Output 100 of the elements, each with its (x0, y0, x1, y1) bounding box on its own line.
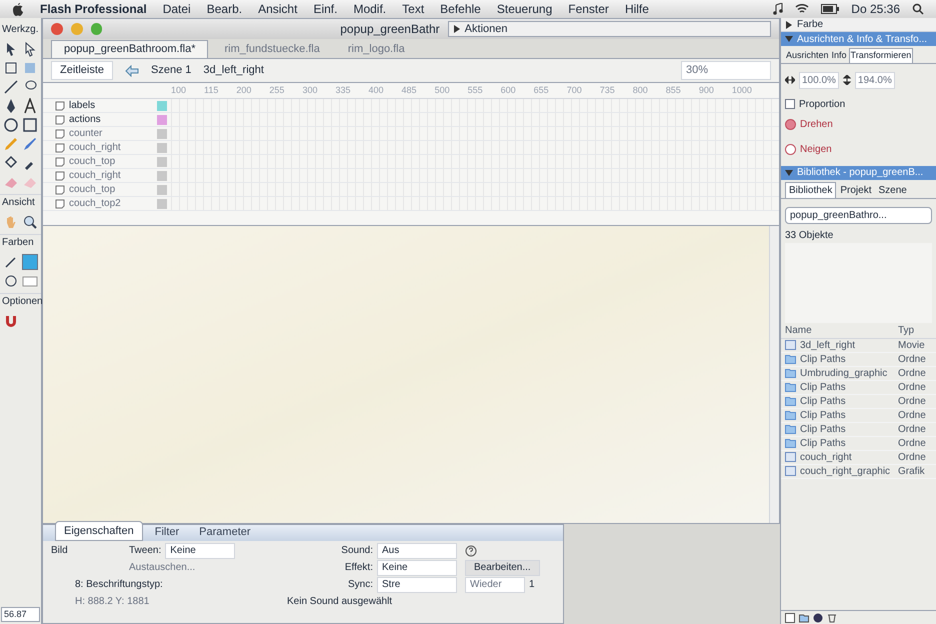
menu-item[interactable]: Ansicht (258, 0, 298, 18)
fill-color-swatch[interactable] (22, 254, 38, 270)
folder-icon (785, 438, 796, 448)
layer-row[interactable]: couch_top2 (43, 197, 171, 210)
library-item[interactable]: Clip Paths Ordne (781, 408, 936, 422)
frame-number: 335 (335, 84, 351, 97)
constrain-checkbox[interactable] (785, 99, 795, 109)
apple-logo-icon[interactable] (12, 2, 24, 16)
menu-clock[interactable]: Do 25:36 (851, 0, 900, 18)
layer-row[interactable]: couch_right (43, 169, 171, 182)
library-item[interactable]: Clip Paths Ordne (781, 394, 936, 408)
library-item[interactable]: 3d_left_right Movie (781, 338, 936, 352)
help-icon[interactable] (465, 545, 477, 557)
panel-tab[interactable]: Szene (875, 182, 910, 198)
wifi-icon[interactable] (795, 3, 810, 15)
zoom-icon[interactable] (22, 214, 38, 230)
panel-tab[interactable]: Ausrichten (785, 49, 830, 62)
radio-button[interactable] (785, 144, 796, 154)
new-folder-icon[interactable] (799, 612, 809, 622)
sync-select[interactable]: Stre (377, 577, 457, 593)
panel-tab[interactable]: Projekt (837, 182, 874, 198)
layer-row[interactable]: couch_top (43, 155, 171, 168)
layer-row[interactable]: counter (43, 127, 171, 140)
layer-row[interactable]: actions (43, 113, 171, 126)
panel-header[interactable]: Farbe (781, 18, 936, 32)
menu-item[interactable]: Einf. (313, 0, 338, 18)
library-item[interactable]: couch_right Ordne (781, 450, 936, 464)
library-item[interactable]: Clip Paths Ordne (781, 422, 936, 436)
frame-number: 300 (302, 84, 318, 97)
object-count: 33 Objekte (784, 228, 834, 242)
menu-item[interactable]: Befehle (440, 0, 481, 18)
close-button[interactable] (51, 23, 63, 35)
tween-select[interactable]: Keine (165, 543, 236, 559)
zoom-select[interactable]: 30% (681, 61, 771, 80)
menu-item[interactable]: Datei (162, 0, 191, 18)
oval-icon[interactable] (3, 117, 19, 133)
layer-row[interactable]: couch_right (43, 141, 171, 154)
search-icon[interactable] (912, 3, 924, 15)
document-tab[interactable]: popup_greenBathroom.fla* (51, 40, 208, 58)
document-tab[interactable]: rim_logo.fla (336, 40, 417, 58)
panel-tab[interactable]: Bibliothek (785, 182, 836, 198)
panel-tab[interactable]: Transformieren (848, 48, 914, 62)
trash-icon[interactable] (827, 612, 837, 622)
frame-number: 855 (666, 84, 681, 97)
library-item[interactable]: Clip Paths Ordne (781, 380, 936, 394)
height-field[interactable]: 194.0% (854, 72, 895, 88)
library-item[interactable]: Umbruding_graphic Ordne (781, 366, 936, 380)
column-header[interactable]: Typ (898, 322, 932, 338)
battery-icon[interactable] (821, 4, 840, 14)
swap-button[interactable]: Austauschen... (129, 561, 279, 575)
edit-button[interactable]: Bearbeiten... (465, 560, 540, 576)
disclosure-triangle-icon[interactable] (785, 20, 793, 28)
library-item[interactable]: Clip Paths Ordne (781, 436, 936, 450)
panel-tab[interactable]: Info (830, 49, 848, 62)
menu-item[interactable]: Text (402, 0, 424, 18)
line-icon[interactable] (3, 79, 19, 95)
brush-icon[interactable] (22, 136, 38, 152)
text-tool-icon[interactable] (22, 98, 38, 114)
repeat-select[interactable]: Wieder (465, 577, 525, 593)
panel-title: Aktionen (464, 22, 508, 37)
menu-item[interactable]: Hilfe (624, 0, 649, 18)
layer-row[interactable]: couch_top (43, 183, 171, 196)
snap-magnet-icon[interactable] (3, 313, 19, 329)
library-item[interactable]: couch_right_graphic Grafik (781, 464, 936, 478)
frame-number: 700 (566, 84, 582, 97)
menu-item[interactable]: Bearb. (206, 0, 242, 18)
library-document-select[interactable]: popup_greenBathro... (785, 206, 932, 224)
music-note-icon[interactable] (773, 3, 784, 15)
zoom-field[interactable]: 56.87 (1, 606, 40, 622)
toolbox-section-label: Ansicht (0, 194, 41, 210)
menu-item[interactable]: Fenster (568, 0, 609, 18)
repeat-count[interactable]: 1 (529, 578, 535, 592)
item-name: 3d_left_right (800, 338, 856, 352)
back-arrow-icon[interactable] (125, 64, 140, 76)
disclosure-triangle-icon[interactable] (452, 25, 461, 33)
document-tab[interactable]: rim_fundstuecke.fla (212, 40, 332, 58)
panel-tab[interactable]: Parameter (191, 522, 259, 541)
vertical-scrollbar[interactable] (769, 226, 779, 523)
width-field[interactable]: 100.0% (799, 72, 839, 88)
item-type: Ordne (898, 450, 927, 464)
item-name: Clip Paths (800, 422, 847, 436)
app-menu[interactable]: Flash Professional (40, 0, 147, 18)
library-item[interactable]: Clip Paths Ordne (781, 352, 936, 366)
effect-select[interactable]: Keine (377, 560, 457, 576)
panel-tab[interactable]: Filter (146, 522, 188, 541)
breadcrumb-link[interactable]: 3d_left_right (203, 62, 264, 79)
radio-button[interactable] (785, 118, 796, 130)
column-header[interactable]: Name (785, 322, 898, 338)
menu-item[interactable]: Steuerung (496, 0, 552, 18)
panel-tab[interactable]: Eigenschaften (55, 520, 143, 541)
breadcrumb-link[interactable]: Szene 1 (151, 62, 192, 79)
rectangle-icon[interactable] (22, 117, 38, 133)
layer-name: couch_right (69, 169, 122, 183)
item-name: Clip Paths (800, 380, 847, 394)
new-symbol-icon[interactable] (785, 612, 795, 622)
timeline-button[interactable]: Zeitleiste (51, 61, 114, 80)
layer-row[interactable]: labels (43, 99, 171, 112)
actions-panel-header[interactable]: Aktionen (448, 21, 771, 37)
sound-select[interactable]: Aus (377, 543, 457, 559)
menu-item[interactable]: Modif. (353, 0, 386, 18)
